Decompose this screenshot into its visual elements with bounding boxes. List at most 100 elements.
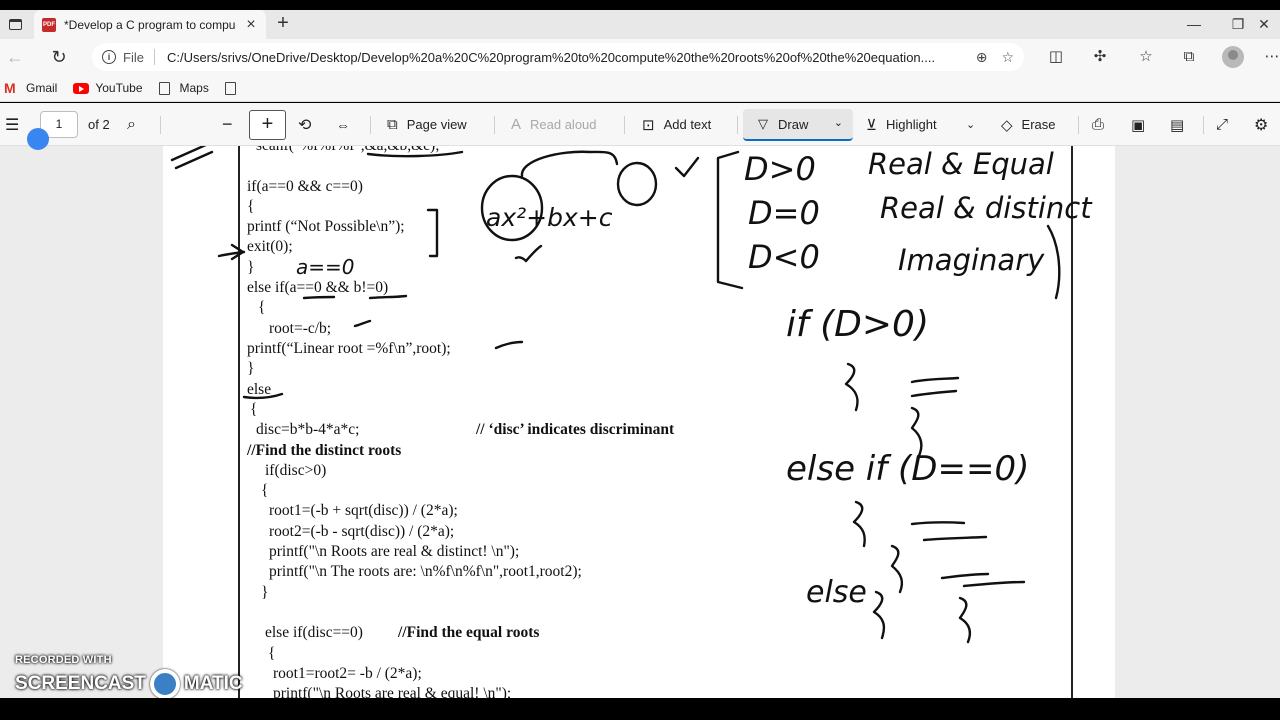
minimize-button[interactable]: —	[1174, 13, 1214, 35]
bookmark-maps[interactable]: Maps	[158, 81, 209, 95]
url-text[interactable]: C:/Users/srivs/OneDrive/Desktop/Develop%…	[167, 50, 962, 65]
add-text-icon: ⊡	[642, 116, 655, 134]
read-aloud-icon: A	[511, 116, 522, 133]
code-line: }	[261, 584, 269, 601]
code-line: printf("\n The roots are: \n%f\n%f\n",ro…	[269, 563, 582, 580]
code-line: exit(0);	[247, 238, 293, 255]
code-line: root1=root2= -b / (2*a);	[273, 665, 422, 682]
print-icon[interactable]: ⎙	[1092, 103, 1104, 146]
fit-page-icon[interactable]: ⇔	[336, 103, 350, 146]
highlight-label: Highlight	[885, 117, 937, 132]
code-line: else if(a==0 && b!=0)	[247, 279, 389, 296]
code-line: else if(disc==0)	[265, 624, 363, 641]
code-line: printf("\n Roots are real & distinct! \n…	[269, 543, 520, 560]
code-line: }	[247, 259, 255, 276]
code-line: if(disc>0)	[265, 462, 327, 479]
favorites-icon[interactable]: ☆	[1136, 47, 1156, 67]
pdf-icon: PDF	[42, 17, 56, 32]
highlight-button[interactable]: ⊻ Highlight	[866, 103, 937, 146]
profile-avatar[interactable]	[1222, 46, 1244, 68]
bottom-edge	[0, 698, 1280, 720]
eraser-icon: ◇	[1001, 116, 1013, 134]
draw-label: Draw	[778, 116, 809, 132]
code-line: {	[261, 482, 269, 499]
code-comment: // ‘disc’ indicates discriminant	[476, 421, 675, 438]
tab-strip: PDF *Develop a C program to compu × + — …	[0, 10, 1280, 39]
toolbar-divider	[624, 116, 625, 134]
info-icon[interactable]: i	[102, 50, 116, 64]
url-divider	[153, 49, 155, 65]
table-of-contents-icon[interactable]: ☰	[5, 103, 19, 146]
close-window-button[interactable]: ✕	[1244, 13, 1280, 35]
bookmarks-bar: Gmail YouTube Maps	[0, 75, 1280, 102]
collections-icon[interactable]: ⧉	[1179, 47, 1199, 67]
tab-title: *Develop a C program to compu	[64, 17, 236, 32]
page-view-button[interactable]: ⧉ Page view	[387, 103, 467, 146]
zoom-icon[interactable]: ⊕	[976, 49, 988, 66]
code-comment: //Find the equal roots	[398, 624, 540, 641]
code-line: }	[247, 360, 255, 377]
code-line: else	[247, 381, 272, 398]
back-button[interactable]: ←	[4, 46, 26, 68]
code-line: {	[250, 401, 258, 418]
save-as-icon[interactable]: ▤	[1170, 103, 1184, 146]
add-text-button[interactable]: ⊡ Add text	[642, 103, 711, 146]
toolbar-divider	[494, 116, 495, 134]
more-icon[interactable]: ⋯	[1262, 47, 1280, 67]
code-line: {	[258, 299, 266, 316]
code-line: disc=b*b-4*a*c;	[256, 421, 360, 438]
add-favorite-icon[interactable]: ☆	[1001, 49, 1014, 66]
address-bar: ← ↻ i File C:/Users/srivs/OneDrive/Deskt…	[0, 39, 1280, 75]
screencast-watermark: RECORDED WITH SCREENCAST MATIC	[15, 654, 243, 699]
refresh-button[interactable]: ↻	[48, 46, 70, 68]
url-scheme: File	[123, 49, 144, 65]
gmail-icon	[4, 80, 19, 96]
page-border-right	[1071, 146, 1073, 698]
watermark-line1: RECORDED WITH	[15, 654, 112, 666]
fullscreen-icon[interactable]: ⤢	[1216, 103, 1228, 146]
erase-button[interactable]: ◇ Erase	[1001, 103, 1056, 146]
top-edge	[0, 0, 1280, 10]
puzzle-icon[interactable]: ✣	[1090, 47, 1110, 67]
extension-icon[interactable]: ◫	[1046, 47, 1066, 67]
page-icon	[224, 81, 236, 95]
bookmark-gmail[interactable]: Gmail	[4, 80, 57, 96]
url-box[interactable]: i File C:/Users/srivs/OneDrive/Desktop/D…	[92, 43, 1024, 71]
cursor-indicator	[27, 128, 49, 150]
chevron-down-icon[interactable]: ⌄	[834, 116, 843, 129]
zoom-in-button[interactable]: +	[249, 110, 286, 140]
bookmark-untitled[interactable]	[224, 81, 246, 95]
screencast-logo-icon	[149, 669, 180, 699]
rotate-icon[interactable]: ⟲	[298, 103, 311, 146]
code-line: root1=(-b + sqrt(disc)) / (2*a);	[269, 502, 458, 519]
bookmark-label: Maps	[179, 81, 209, 95]
new-tab-button[interactable]: +	[272, 13, 294, 35]
zoom-out-icon[interactable]: −	[222, 103, 233, 146]
page-border-left	[238, 146, 240, 698]
pdf-viewer[interactable]: scanf("%f%f%f",&a,&b,&c); if(a==0 && c==…	[0, 146, 1280, 698]
close-tab-icon[interactable]: ×	[244, 16, 258, 34]
page-total: of 2	[88, 117, 110, 132]
code-line: {	[247, 198, 255, 215]
toolbar-divider	[160, 116, 161, 134]
read-aloud-button[interactable]: A Read aloud	[511, 103, 597, 146]
code-line: root2=(-b - sqrt(disc)) / (2*a);	[269, 523, 455, 540]
settings-gear-icon[interactable]: ⚙	[1254, 103, 1268, 146]
code-comment: //Find the distinct roots	[247, 442, 402, 459]
chevron-down-icon[interactable]: ⌄	[966, 103, 975, 146]
tab-active[interactable]: PDF *Develop a C program to compu ×	[34, 10, 266, 39]
bookmark-label: YouTube	[95, 81, 143, 95]
search-icon[interactable]: ⌕	[127, 103, 136, 146]
toolbar-divider	[1203, 116, 1204, 134]
add-text-label: Add text	[663, 117, 712, 132]
code-line: root=-c/b;	[269, 320, 332, 337]
tab-actions-icon[interactable]	[4, 14, 26, 34]
bookmark-youtube[interactable]: YouTube	[73, 81, 143, 95]
toolbar-divider	[737, 116, 738, 134]
draw-button[interactable]: ▽ Draw ⌄	[743, 109, 853, 141]
save-icon[interactable]: ▣	[1131, 103, 1145, 146]
page-view-label: Page view	[406, 117, 467, 132]
watermark-right: MATIC	[183, 673, 243, 694]
page-view-icon: ⧉	[387, 116, 398, 133]
youtube-icon	[73, 82, 90, 94]
